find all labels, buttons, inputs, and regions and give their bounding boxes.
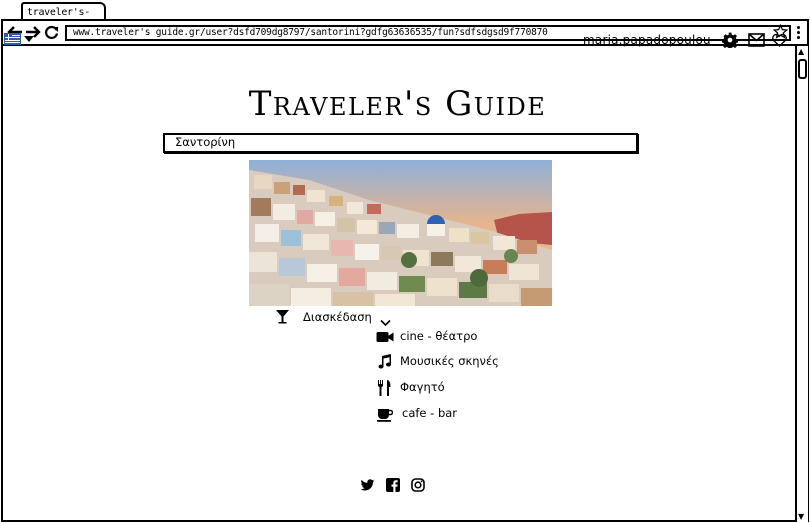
- video-camera-icon: [376, 329, 394, 348]
- utensils-icon: [377, 380, 392, 400]
- reload-icon[interactable]: [44, 25, 59, 44]
- scroll-up-arrow-icon[interactable]: ▲: [798, 48, 804, 56]
- subcategory-label: cafe - bar: [402, 406, 458, 420]
- subcategory-label: cine - θέατρο: [400, 329, 478, 343]
- music-note-icon: [377, 354, 392, 373]
- language-dropdown-caret-icon[interactable]: [24, 36, 34, 42]
- scroll-thumb[interactable]: [798, 59, 807, 79]
- facebook-icon[interactable]: [386, 477, 401, 492]
- scroll-down-arrow-icon[interactable]: ▼: [798, 513, 804, 521]
- twitter-icon[interactable]: [360, 477, 375, 492]
- subcategory-label: Φαγητό: [400, 380, 445, 394]
- search-input[interactable]: Σαντορίνη: [163, 133, 638, 153]
- vertical-scrollbar[interactable]: ▲ ▼: [795, 46, 808, 522]
- heart-icon[interactable]: [771, 32, 789, 48]
- category-label: Διασκέδαση: [303, 310, 372, 324]
- browser-menu-icon[interactable]: [797, 26, 801, 41]
- page-title: Traveler's Guide: [248, 84, 547, 124]
- url-text: www.traveler's guide.gr/user?dsfd709dg87…: [73, 27, 548, 38]
- cocktail-icon: [275, 309, 290, 328]
- username-link[interactable]: maria.papadopoulou: [583, 33, 711, 47]
- greek-flag-icon[interactable]: [4, 33, 21, 45]
- mail-icon[interactable]: [748, 32, 766, 48]
- coffee-cup-icon: [377, 407, 394, 426]
- gear-icon[interactable]: [721, 32, 740, 50]
- santorini-hero-image: [249, 160, 552, 306]
- subcategory-label: Μουσικές σκηνές: [400, 354, 499, 368]
- instagram-icon[interactable]: [411, 477, 426, 492]
- search-value: Σαντορίνη: [175, 135, 236, 149]
